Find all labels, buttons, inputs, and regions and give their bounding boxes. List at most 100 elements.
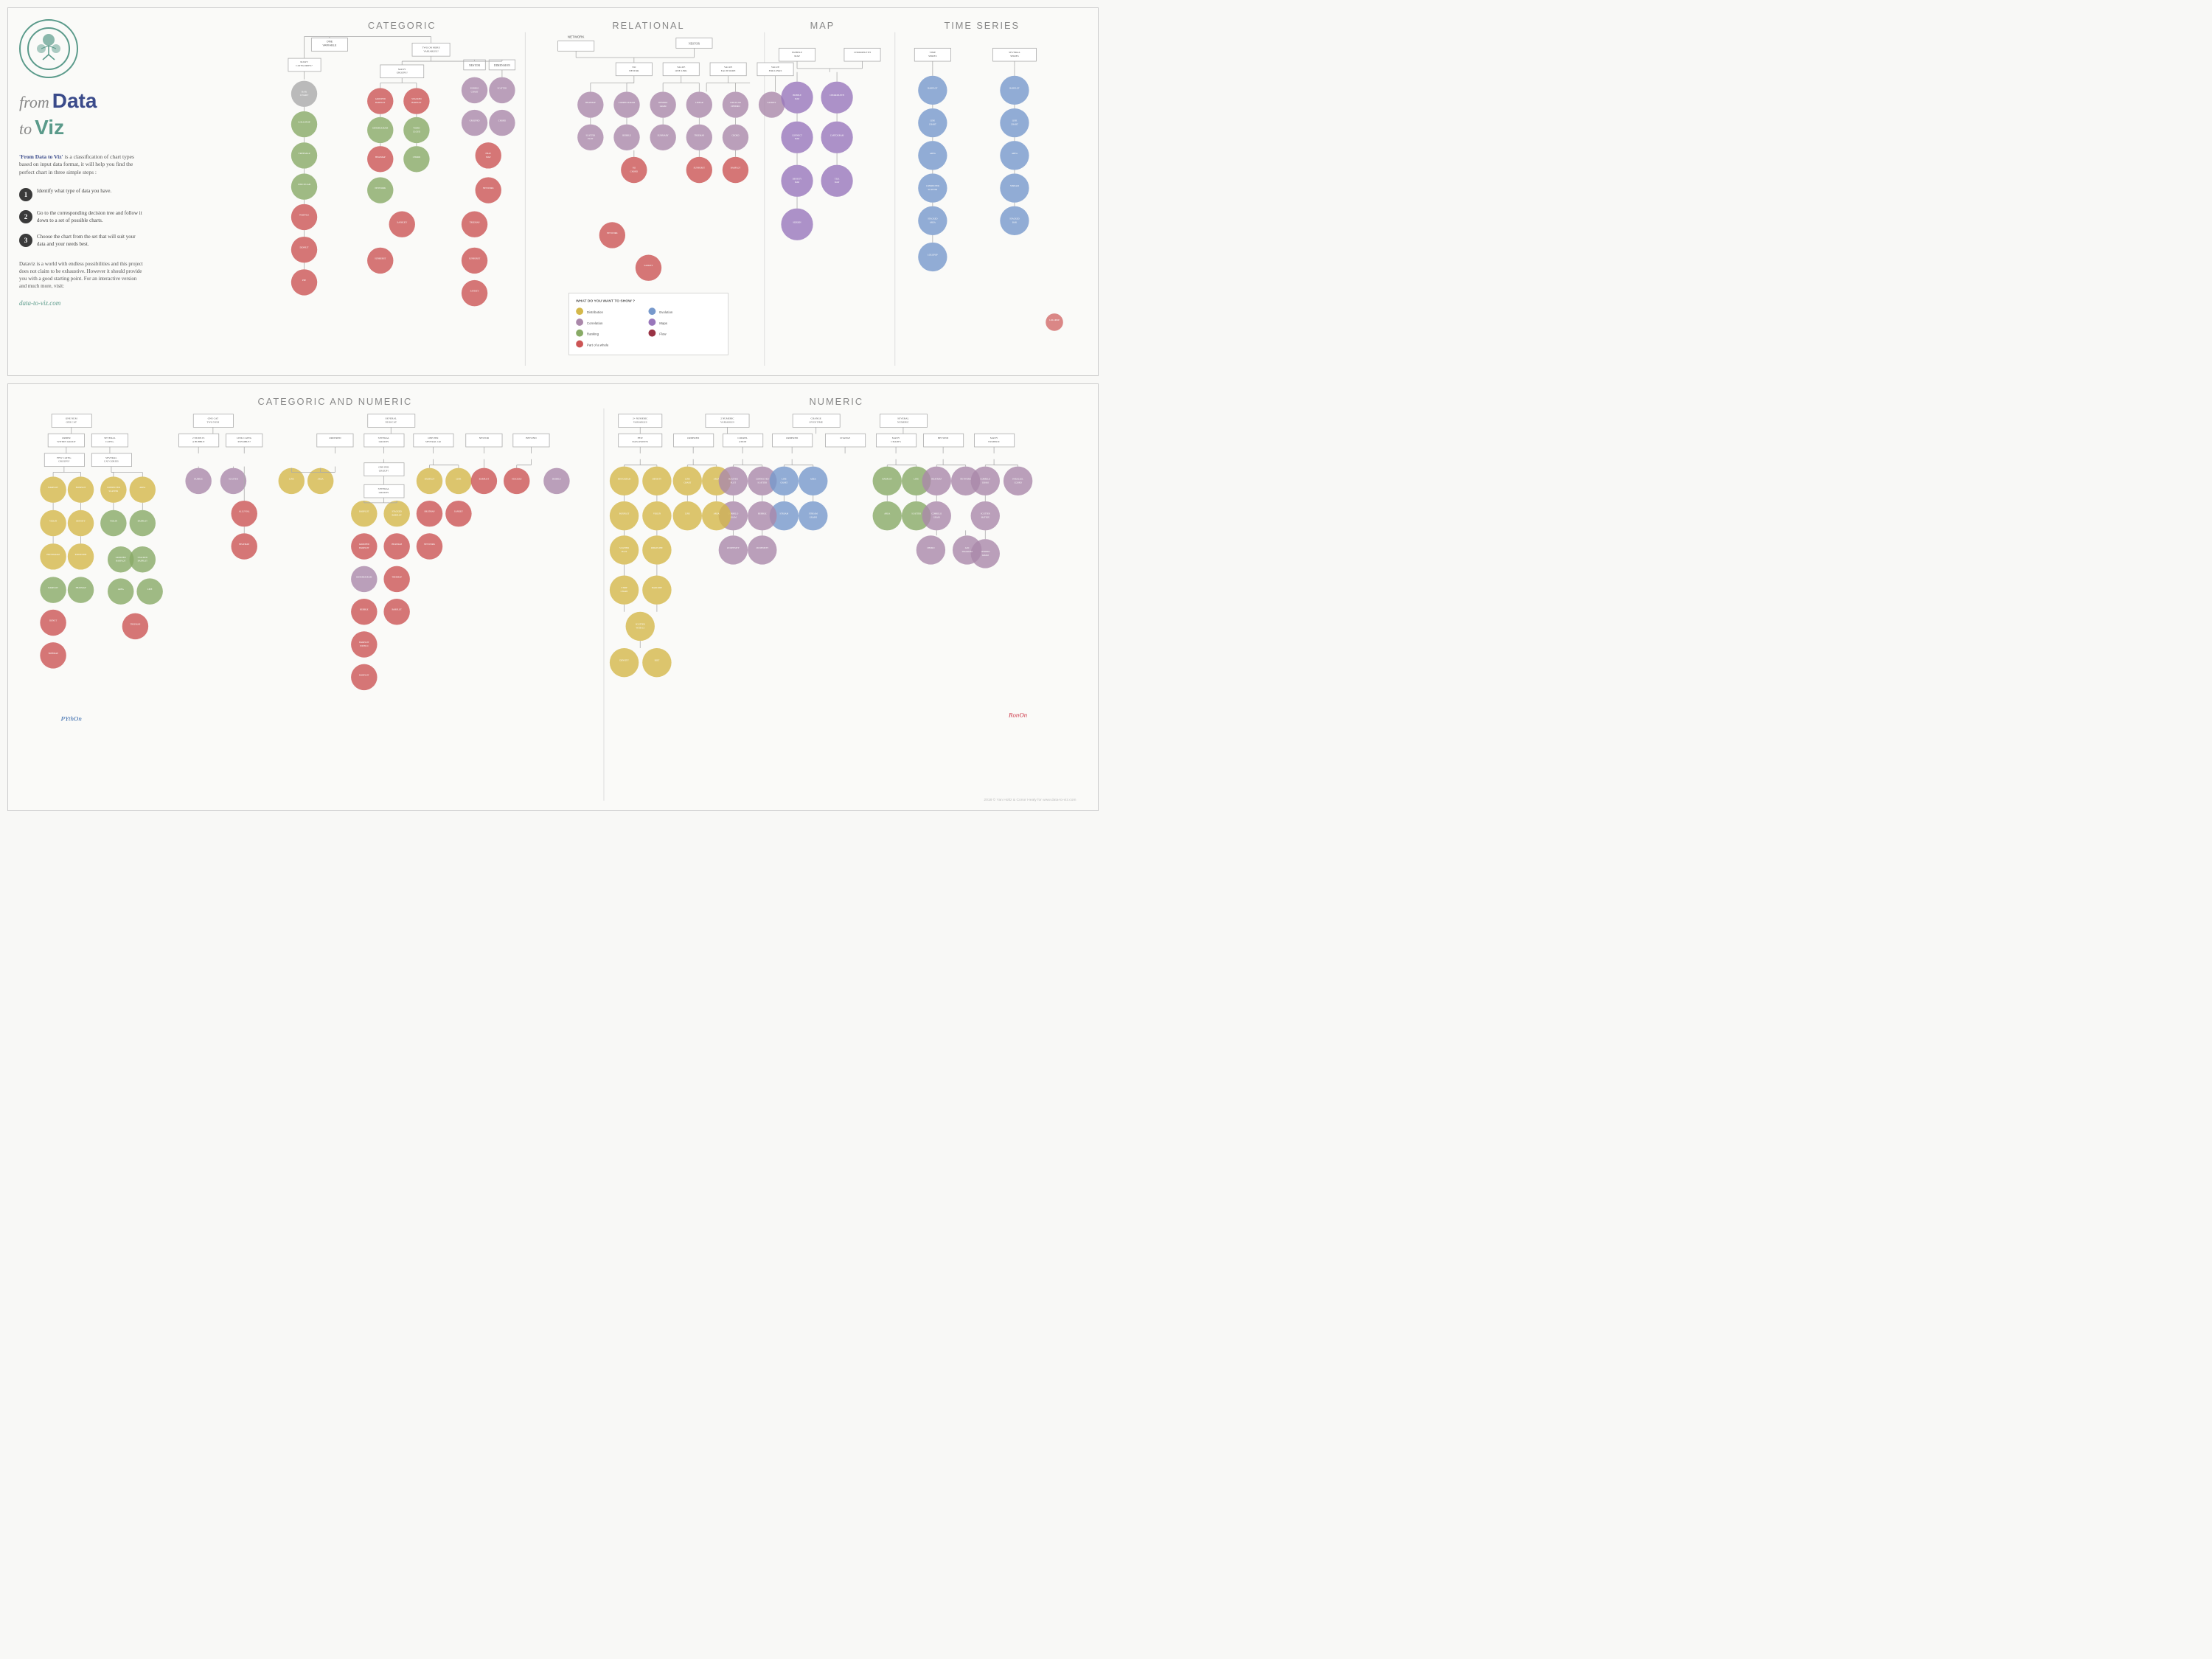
svg-text:Evolution: Evolution xyxy=(659,310,673,314)
svg-text:BEYOND: BEYOND xyxy=(938,437,949,439)
svg-text:NO: NO xyxy=(633,167,636,170)
bottom-charts-svg: CATEGORIC AND NUMERIC NUMERIC ONE NUM ON… xyxy=(8,384,1098,810)
svg-text:GROUPED: GROUPED xyxy=(375,97,386,100)
svg-text:ONE CAT: ONE CAT xyxy=(208,417,219,420)
svg-text:DONUT: DONUT xyxy=(300,246,310,249)
svg-text:LINEAR: LINEAR xyxy=(695,101,703,104)
svg-text:BARPLOT: BARPLOT xyxy=(48,486,58,489)
svg-text:LINK CATEG: LINK CATEG xyxy=(237,437,252,439)
svg-text:BARPLOT: BARPLOT xyxy=(138,520,148,523)
svg-text:SCATTER: SCATTER xyxy=(498,86,507,89)
svg-text:HEATMAP: HEATMAP xyxy=(375,156,386,159)
svg-text:CORRELOGRAM: CORRELOGRAM xyxy=(619,101,636,104)
svg-text:WITH CI: WITH CI xyxy=(636,626,644,629)
svg-text:GROUP?: GROUP? xyxy=(379,470,389,473)
svg-text:STACKED: STACKED xyxy=(392,510,401,513)
svg-text:DENDRO: DENDRO xyxy=(658,101,667,104)
bottom-section: CATEGORIC AND NUMERIC NUMERIC ONE NUM ON… xyxy=(7,383,1099,811)
svg-text:PYthOn: PYthOn xyxy=(60,715,83,723)
svg-text:STACKED: STACKED xyxy=(138,556,147,559)
svg-text:SCATTER: SCATTER xyxy=(636,622,645,625)
svg-text:Flow: Flow xyxy=(659,333,667,336)
svg-text:STACKED: STACKED xyxy=(928,217,937,220)
svg-text:DENSITY: DENSITY xyxy=(653,477,662,480)
svg-text:MAP: MAP xyxy=(795,97,800,100)
svg-text:STACKED: STACKED xyxy=(411,97,421,100)
svg-text:DENSITY: DENSITY xyxy=(619,659,629,662)
svg-text:BEYOND: BEYOND xyxy=(526,437,537,439)
svg-text:DENDRO: DENDRO xyxy=(731,105,740,108)
website-link[interactable]: data-to-viz.com xyxy=(19,299,145,307)
svg-text:PLOT: PLOT xyxy=(622,550,627,553)
svg-text:SANKEY: SANKEY xyxy=(397,220,407,223)
svg-text:BARPLOT: BARPLOT xyxy=(392,608,402,611)
svg-text:CAT GORIES: CAT GORIES xyxy=(104,460,119,463)
description: 'From Data to Viz' is a classification o… xyxy=(19,153,145,177)
svg-text:BARPLOT: BARPLOT xyxy=(375,101,386,104)
svg-text:AREA: AREA xyxy=(810,477,817,480)
svg-text:GROUPED: GROUPED xyxy=(116,556,126,559)
svg-text:LOLLIPOP: LOLLIPOP xyxy=(1049,319,1060,321)
svg-text:SUNBURST: SUNBURST xyxy=(694,167,706,170)
svg-text:TREEMAP: TREEMAP xyxy=(470,220,480,223)
svg-text:CIRCULAR: CIRCULAR xyxy=(730,101,741,104)
svg-text:VALUE: VALUE xyxy=(677,66,685,69)
top-section: from Data to Viz 'From Data to Viz' is a… xyxy=(7,7,1099,376)
svg-text:MAP: MAP xyxy=(486,156,491,159)
svg-text:NUM/CAT: NUM/CAT xyxy=(386,421,397,424)
svg-text:ONE PER: ONE PER xyxy=(378,466,389,469)
svg-text:GROUPS?: GROUPS? xyxy=(58,460,70,463)
svg-text:RIDGELINE: RIDGELINE xyxy=(75,553,87,556)
svg-text:WAFFLE: WAFFLE xyxy=(299,213,309,216)
brand-data: Data xyxy=(52,89,97,112)
svg-text:GRAM: GRAM xyxy=(982,554,989,557)
svg-text:LOLLIPOP: LOLLIPOP xyxy=(298,121,310,124)
svg-text:TREEMAP: TREEMAP xyxy=(299,152,310,155)
svg-text:BARPLOT: BARPLOT xyxy=(359,510,369,513)
svg-text:NETWORK: NETWORK xyxy=(424,543,436,546)
svg-text:CORRELO: CORRELO xyxy=(980,477,990,480)
svg-text:VARIABLES: VARIABLES xyxy=(720,421,734,424)
svg-text:SCATTER: SCATTER xyxy=(585,133,595,136)
svg-text:STRIP: STRIP xyxy=(622,586,627,589)
relational-title: RELATIONAL xyxy=(612,20,684,31)
step-1: 1 Identify what type of data you have. xyxy=(19,188,145,201)
svg-text:TREEMAP: TREEMAP xyxy=(48,652,58,655)
svg-text:VALUE: VALUE xyxy=(771,66,779,69)
svg-text:WITH CI: WITH CI xyxy=(360,644,368,647)
svg-text:PARALLEL: PARALLEL xyxy=(1012,477,1023,480)
svg-text:AREA: AREA xyxy=(930,152,936,155)
svg-text:HEATMAP: HEATMAP xyxy=(931,477,942,480)
svg-text:CHART: CHART xyxy=(780,481,787,484)
svg-text:SUMMARY: SUMMARY xyxy=(658,133,669,136)
svg-text:CHART: CHART xyxy=(684,481,691,484)
svg-text:NESTOR: NESTOR xyxy=(479,437,490,439)
svg-text:Correlation: Correlation xyxy=(587,321,603,325)
svg-text:FEW CATEG: FEW CATEG xyxy=(57,456,72,459)
svg-text:BAR: BAR xyxy=(1012,220,1017,223)
svg-text:Ranking: Ranking xyxy=(587,333,599,336)
svg-text:STACKED: STACKED xyxy=(512,477,521,480)
svg-text:BARPLOT: BARPLOT xyxy=(359,546,369,549)
svg-text:CHANGE: CHANGE xyxy=(840,437,850,439)
svg-text:ATION: ATION xyxy=(739,440,747,443)
svg-text:AREA: AREA xyxy=(884,512,891,515)
svg-text:NETWORK: NETWORK xyxy=(960,477,972,480)
svg-text:LINE: LINE xyxy=(685,512,690,515)
svg-text:GRAM: GRAM xyxy=(933,516,940,519)
step-3: 3 Choose the chart from the set that wil… xyxy=(19,234,145,248)
svg-text:RIDGELINE: RIDGELINE xyxy=(651,546,663,549)
svg-text:BUBBLE: BUBBLE xyxy=(360,608,369,611)
svg-text:AREA: AREA xyxy=(930,220,936,223)
svg-text:SCATTER: SCATTER xyxy=(229,477,238,480)
svg-text:MANY: MANY xyxy=(398,68,406,71)
svg-text:GROUPS?: GROUPS? xyxy=(397,72,408,74)
svg-text:BARPLOT: BARPLOT xyxy=(928,86,938,89)
svg-text:HEATMAP: HEATMAP xyxy=(425,510,435,513)
svg-text:A BUBBLE: A BUBBLE xyxy=(192,440,205,443)
svg-text:SCATTER: SCATTER xyxy=(981,512,990,515)
svg-text:SCATTER: SCATTER xyxy=(109,490,119,493)
svg-text:GRAPH: GRAPH xyxy=(810,516,818,519)
svg-text:DIAGRAM: DIAGRAM xyxy=(962,550,973,553)
svg-text:BARCODE: BARCODE xyxy=(652,586,662,589)
